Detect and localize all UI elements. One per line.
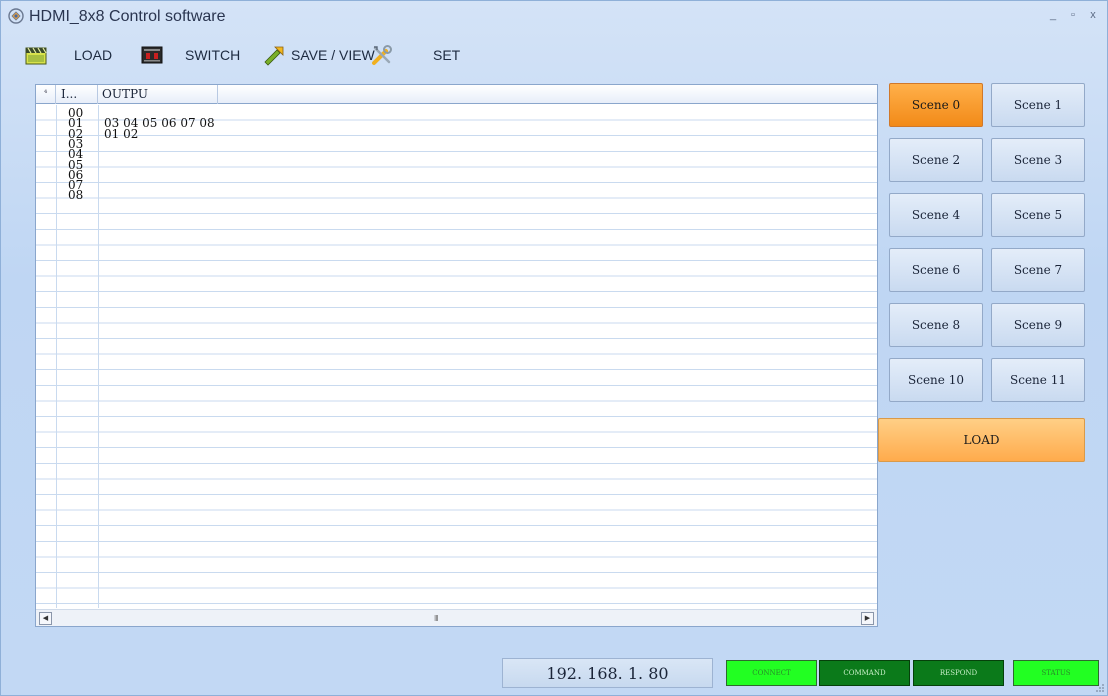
tools-icon: [372, 45, 392, 65]
ip-address-display: 192. 168. 1. 80: [502, 658, 713, 688]
scene-button-0[interactable]: Scene 0: [889, 83, 983, 127]
row-selector-header[interactable]: ⁴: [36, 85, 56, 104]
load-toolbar-button[interactable]: LOAD: [25, 37, 112, 73]
grid-header: ⁴ I... OUTPU: [36, 85, 877, 104]
switch-toolbar-button[interactable]: SWITCH: [141, 37, 240, 73]
scene-button-8[interactable]: Scene 8: [889, 303, 983, 347]
respond-indicator: RESPOND: [913, 660, 1004, 686]
switch-toolbar-label: SWITCH: [185, 47, 241, 63]
maximize-button[interactable]: ▫: [1067, 9, 1079, 21]
scene-load-button[interactable]: LOAD: [878, 418, 1085, 462]
window-controls: _ ▫ x: [1047, 9, 1099, 21]
output-column-header[interactable]: OUTPU: [98, 85, 218, 104]
scene-button-4[interactable]: Scene 4: [889, 193, 983, 237]
toolbar: LOAD SWITCH SAVE / VIEW SET: [1, 37, 701, 73]
save-view-toolbar-button[interactable]: SAVE / VIEW: [263, 37, 375, 73]
clapperboard-icon: [25, 47, 47, 65]
connect-indicator: CONNECT: [726, 660, 817, 686]
table-row[interactable]: 08: [36, 188, 877, 203]
scroll-thumb-grip[interactable]: III: [434, 614, 439, 623]
grid-column-divider: [56, 105, 57, 608]
save-view-toolbar-label: SAVE / VIEW: [291, 47, 375, 63]
close-button[interactable]: x: [1087, 9, 1099, 21]
minimize-button[interactable]: _: [1047, 9, 1059, 21]
scene-button-10[interactable]: Scene 10: [889, 358, 983, 402]
grid-column-divider: [98, 105, 99, 608]
resize-grip-icon[interactable]: [1095, 683, 1105, 693]
scene-button-7[interactable]: Scene 7: [991, 248, 1085, 292]
scene-button-1[interactable]: Scene 1: [991, 83, 1085, 127]
matrix-switch-icon: [141, 46, 163, 64]
scene-button-3[interactable]: Scene 3: [991, 138, 1085, 182]
scene-button-6[interactable]: Scene 6: [889, 248, 983, 292]
load-toolbar-label: LOAD: [74, 47, 113, 63]
scroll-left-arrow-icon[interactable]: ◀: [39, 612, 52, 625]
status-indicator: STATUS: [1013, 660, 1099, 686]
scene-button-11[interactable]: Scene 11: [991, 358, 1085, 402]
save-arrow-icon: [264, 46, 284, 66]
window-title: HDMI_8x8 Control software: [29, 8, 226, 25]
set-toolbar-button[interactable]: SET: [371, 37, 460, 73]
scene-button-5[interactable]: Scene 5: [991, 193, 1085, 237]
set-toolbar-label: SET: [433, 47, 461, 63]
scene-button-9[interactable]: Scene 9: [991, 303, 1085, 347]
horizontal-scrollbar[interactable]: ◀ III ▶: [36, 609, 877, 626]
scene-button-2[interactable]: Scene 2: [889, 138, 983, 182]
input-column-header[interactable]: I...: [56, 85, 98, 104]
input-cell: 08: [68, 188, 84, 203]
grid-rows: 00 01 03 04 05 06 07 08 02 01 02 03 04 05 06 07 08: [36, 105, 877, 608]
app-icon: [8, 8, 24, 24]
command-indicator: COMMAND: [819, 660, 910, 686]
app-window: HDMI_8x8 Control software _ ▫ x LOAD SWI…: [0, 0, 1108, 696]
title-bar: HDMI_8x8 Control software _ ▫ x: [1, 1, 1107, 31]
scroll-right-arrow-icon[interactable]: ▶: [861, 612, 874, 625]
routing-grid[interactable]: ⁴ I... OUTPU 00 01 03 04 05 06 07 08 02 01 0…: [35, 84, 878, 627]
